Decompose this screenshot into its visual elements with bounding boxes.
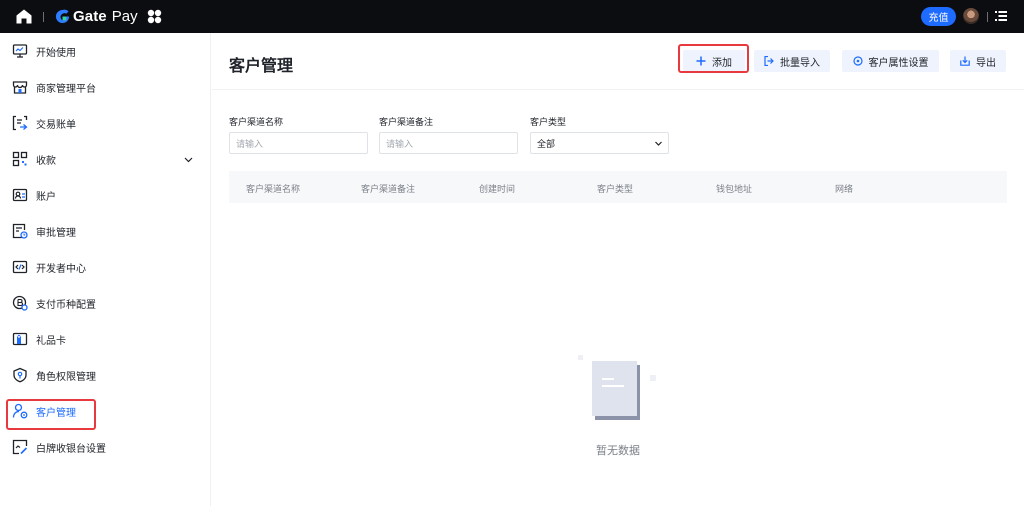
customer-attr-settings-label: 客户属性设置 xyxy=(868,57,929,69)
gate-pay-logo[interactable]: Gate Pay xyxy=(55,8,138,25)
column-header: 客户类型 xyxy=(597,185,634,195)
sidebar-item-label: 开发者中心 xyxy=(36,263,86,275)
sidebar-item-label: 开始使用 xyxy=(36,47,76,59)
channel-name-label: 客户渠道名称 xyxy=(229,118,284,128)
sidebar: 开始使用 商家管理平台 交易账单 收款 账户 审批管理 开发者中心 支付币种配置… xyxy=(0,33,211,506)
sidebar-item-cashier-settings[interactable]: 白牌收银台设置 xyxy=(0,429,210,465)
sidebar-item-label: 白牌收银台设置 xyxy=(36,443,106,455)
top-bar: Gate Pay 充值 xyxy=(0,0,1024,33)
monitor-icon xyxy=(12,44,28,58)
empty-document-icon xyxy=(578,355,656,420)
column-header: 创建时间 xyxy=(479,185,516,195)
customer-type-select[interactable]: 全部 xyxy=(530,132,669,154)
chevron-down-icon[interactable] xyxy=(184,155,193,164)
store-icon xyxy=(12,81,28,94)
sidebar-item-transaction-bill[interactable]: 交易账单 xyxy=(0,105,210,141)
sidebar-item-currency-config[interactable]: 支付币种配置 xyxy=(0,285,210,321)
main-content: 客户管理 添加 批量导入 客户属性设置 导出 客户渠道名称 请输入 客户渠道备注… xyxy=(212,33,1024,506)
settings-icon xyxy=(852,56,863,66)
export-label: 导出 xyxy=(976,57,996,69)
divider xyxy=(43,12,44,22)
chevron-down-icon xyxy=(655,141,662,146)
sidebar-item-developer-center[interactable]: 开发者中心 xyxy=(0,249,210,285)
sidebar-item-label: 审批管理 xyxy=(36,227,76,239)
divider xyxy=(212,89,1024,90)
channel-name-input[interactable]: 请输入 xyxy=(229,132,368,154)
account-card-icon xyxy=(12,188,28,202)
export-icon xyxy=(960,56,970,66)
channel-note-input[interactable]: 请输入 xyxy=(379,132,518,154)
batch-import-label: 批量导入 xyxy=(780,57,820,69)
shield-icon xyxy=(13,367,27,383)
sidebar-item-getting-started[interactable]: 开始使用 xyxy=(0,33,210,69)
home-icon[interactable] xyxy=(16,9,32,24)
cashier-icon xyxy=(12,439,28,455)
menu-icon[interactable] xyxy=(995,10,1007,22)
export-button[interactable]: 导出 xyxy=(950,50,1006,72)
empty-state-text: 暂无数据 xyxy=(596,444,640,457)
batch-import-button[interactable]: 批量导入 xyxy=(754,50,830,72)
bill-icon xyxy=(12,115,28,131)
brand-name: Gate xyxy=(73,8,107,25)
divider xyxy=(987,12,988,22)
sidebar-item-label: 收款 xyxy=(36,155,56,167)
sidebar-item-label: 账户 xyxy=(36,191,56,203)
gift-card-icon xyxy=(12,332,28,346)
sidebar-item-approval[interactable]: 审批管理 xyxy=(0,213,210,249)
highlight-box xyxy=(678,44,749,73)
grid-icon xyxy=(12,151,28,167)
import-icon xyxy=(764,56,774,66)
column-header: 客户渠道备注 xyxy=(361,185,416,195)
brand-suffix: Pay xyxy=(111,8,138,25)
customer-attr-settings-button[interactable]: 客户属性设置 xyxy=(842,50,939,72)
code-icon xyxy=(12,260,28,274)
sidebar-item-label: 角色权限管理 xyxy=(36,371,96,383)
recharge-button[interactable]: 充值 xyxy=(921,7,956,26)
gate-logo-icon xyxy=(55,9,70,24)
customer-type-label: 客户类型 xyxy=(530,118,567,128)
coin-settings-icon xyxy=(12,295,28,311)
sidebar-item-role-permission[interactable]: 角色权限管理 xyxy=(0,357,210,393)
apps-icon[interactable] xyxy=(147,9,162,24)
sidebar-item-gift-card[interactable]: 礼品卡 xyxy=(0,321,210,357)
column-header: 网络 xyxy=(835,185,854,195)
page-title: 客户管理 xyxy=(229,56,294,75)
sidebar-item-label: 礼品卡 xyxy=(36,335,66,347)
sidebar-item-label: 交易账单 xyxy=(36,119,76,131)
avatar[interactable] xyxy=(963,8,979,24)
sidebar-item-label: 商家管理平台 xyxy=(36,83,96,95)
sidebar-item-collection[interactable]: 收款 xyxy=(0,141,210,177)
sidebar-item-account[interactable]: 账户 xyxy=(0,177,210,213)
sidebar-item-merchant-platform[interactable]: 商家管理平台 xyxy=(0,69,210,105)
column-header: 钱包地址 xyxy=(716,185,753,195)
column-header: 客户渠道名称 xyxy=(246,185,301,195)
sidebar-item-label: 支付币种配置 xyxy=(36,299,96,311)
table-header: 客户渠道名称 客户渠道备注 创建时间 客户类型 钱包地址 网络 xyxy=(229,171,1007,203)
approval-icon xyxy=(12,223,28,239)
highlight-box xyxy=(6,399,96,430)
channel-note-label: 客户渠道备注 xyxy=(379,118,434,128)
customer-type-value: 全部 xyxy=(537,139,556,150)
